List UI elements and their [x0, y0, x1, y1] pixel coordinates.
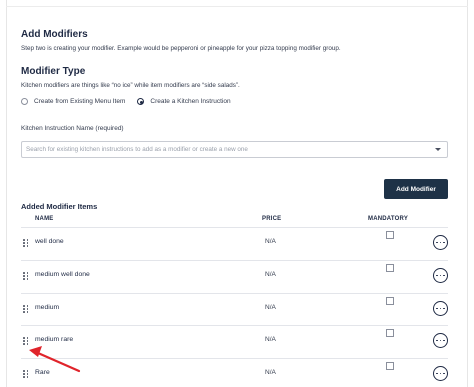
more-options-icon[interactable] [433, 333, 448, 348]
drag-handle-icon[interactable] [23, 272, 29, 280]
modifier-row: medium rare N/A [21, 325, 448, 357]
radio-existing-menu-item-label[interactable]: Create from Existing Menu Item [34, 98, 125, 105]
modifier-editor-page: Add Modifiers Step two is creating your … [0, 0, 474, 387]
kitchen-instruction-select[interactable]: Search for existing kitchen instructions… [21, 141, 448, 158]
mandatory-checkbox[interactable] [386, 329, 394, 337]
modifier-price: N/A [265, 336, 276, 343]
modifier-row: medium well done N/A [21, 260, 448, 292]
modifier-name: medium rare [35, 336, 74, 343]
modifier-price: N/A [265, 304, 276, 311]
radio-kitchen-instruction-label[interactable]: Create a Kitchen Instruction [150, 98, 230, 105]
row-divider [21, 325, 448, 326]
modifier-row: well done N/A [21, 227, 448, 259]
chevron-down-icon[interactable] [435, 148, 441, 151]
more-options-icon[interactable] [433, 366, 448, 381]
modifier-name: well done [35, 238, 64, 245]
mandatory-checkbox[interactable] [386, 297, 394, 305]
modifier-row: medium N/A [21, 293, 448, 325]
radio-kitchen-instruction[interactable] [137, 98, 145, 105]
kitchen-instruction-placeholder: Search for existing kitchen instructions… [26, 146, 248, 153]
more-options-icon[interactable] [433, 268, 448, 283]
row-divider [21, 358, 448, 359]
modifier-row: Rare N/A [21, 358, 448, 387]
panel-right-border [467, 0, 468, 387]
row-divider [21, 293, 448, 294]
modifier-type-title: Modifier Type [21, 66, 86, 77]
mandatory-checkbox[interactable] [386, 264, 394, 272]
radio-existing-menu-item[interactable] [21, 98, 28, 105]
drag-handle-icon[interactable] [23, 337, 29, 345]
panel-top-border [6, 6, 468, 7]
more-options-icon[interactable] [433, 301, 448, 316]
drag-handle-icon[interactable] [23, 305, 29, 313]
modifier-price: N/A [265, 369, 276, 376]
drag-handle-icon[interactable] [23, 370, 29, 378]
row-divider [21, 260, 448, 261]
panel-left-border [6, 0, 7, 387]
add-modifiers-title: Add Modifiers [21, 29, 88, 40]
modifier-name: Rare [35, 369, 50, 376]
column-header-mandatory: MANDATORY [368, 216, 409, 222]
row-divider [21, 227, 448, 228]
drag-handle-icon[interactable] [23, 239, 29, 247]
add-modifiers-description: Step two is creating your modifier. Exam… [21, 45, 341, 52]
column-header-name: NAME [35, 216, 54, 222]
added-modifier-items-title: Added Modifier Items [21, 202, 98, 211]
modifier-price: N/A [265, 271, 276, 278]
add-modifier-button[interactable]: Add Modifier [384, 179, 448, 199]
modifier-name: medium well done [35, 271, 90, 278]
kitchen-instruction-label: Kitchen Instruction Name (required) [21, 125, 124, 132]
modifier-price: N/A [265, 238, 276, 245]
column-header-price: PRICE [262, 216, 282, 222]
modifier-name: medium [35, 304, 60, 311]
modifier-type-radio-group: Create from Existing Menu Item Create a … [21, 98, 243, 105]
modifier-type-description: Kitchen modifiers are things like “no ic… [21, 82, 240, 89]
more-options-icon[interactable] [433, 235, 448, 250]
mandatory-checkbox[interactable] [386, 231, 394, 239]
mandatory-checkbox[interactable] [386, 362, 394, 370]
